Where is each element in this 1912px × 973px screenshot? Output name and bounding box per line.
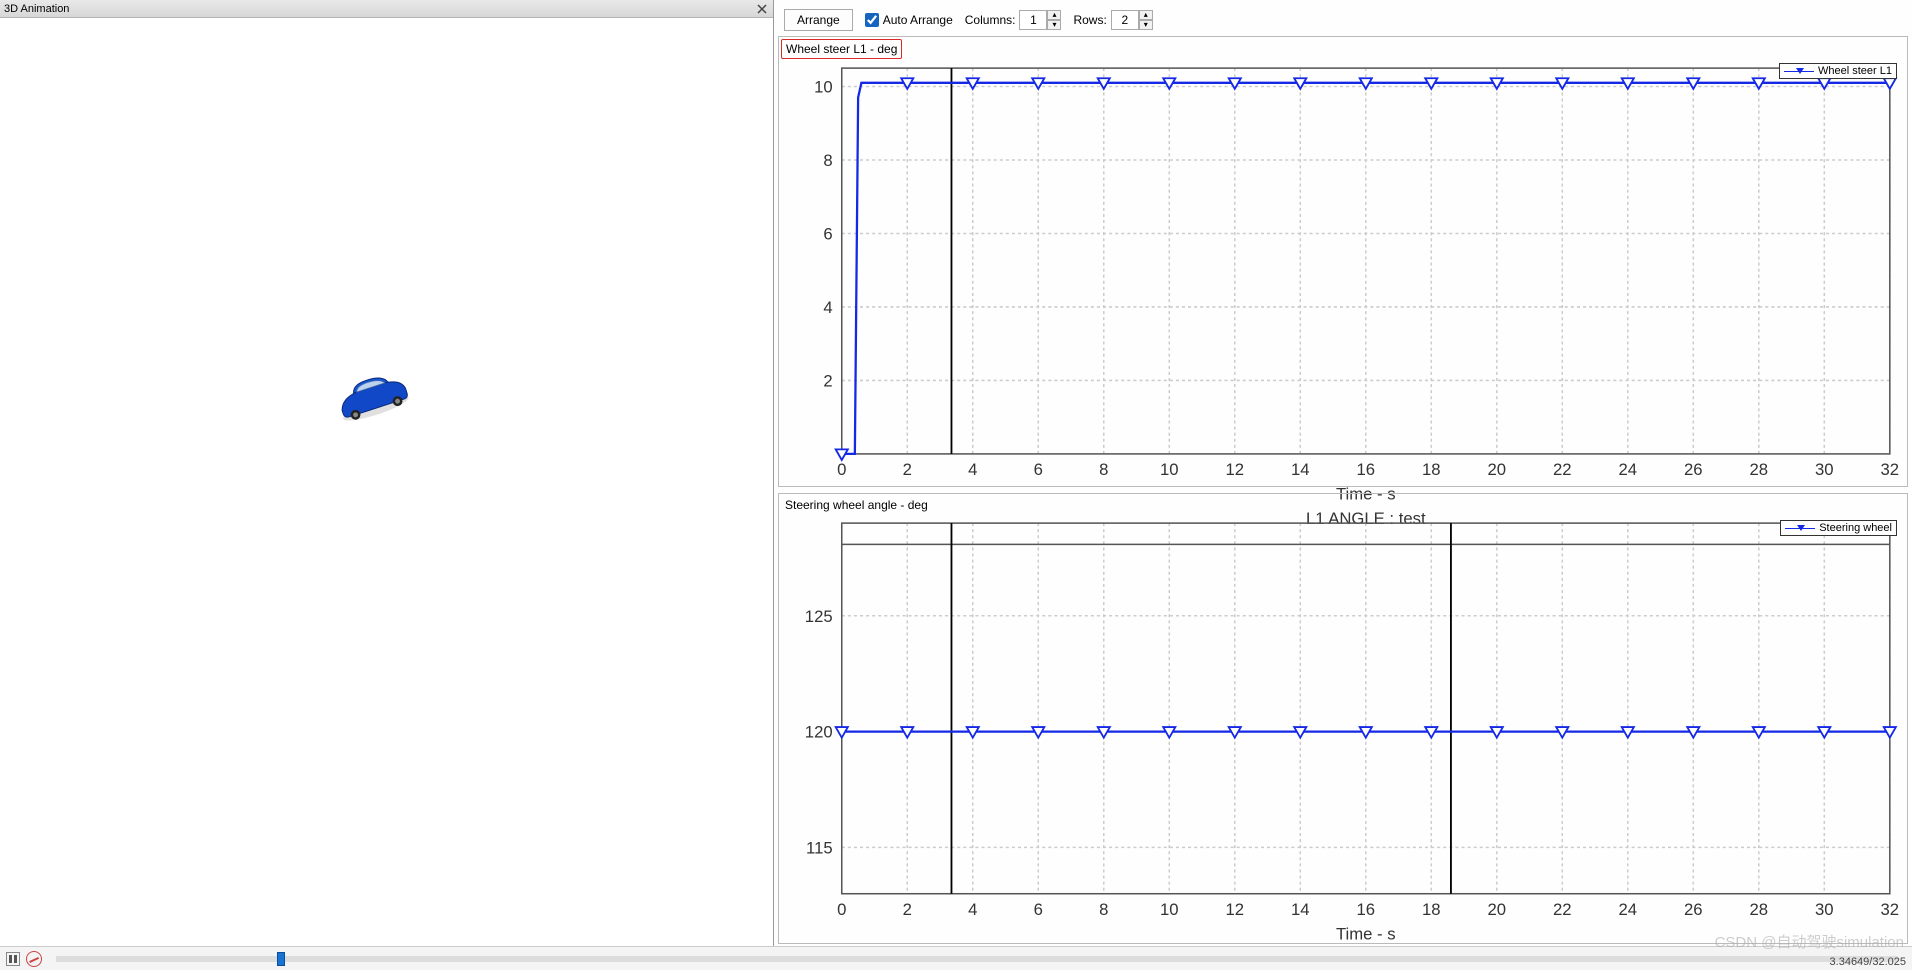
svg-text:125: 125: [805, 607, 833, 626]
svg-text:14: 14: [1291, 900, 1310, 919]
arrange-button[interactable]: Arrange: [784, 9, 853, 31]
rows-up-button[interactable]: ▴: [1139, 10, 1153, 20]
timeline-slider[interactable]: [56, 956, 1898, 962]
plot-1[interactable]: Steering wheel angle - deg Steering wheel…: [778, 493, 1908, 944]
svg-text:6: 6: [823, 225, 832, 244]
svg-text:28: 28: [1750, 460, 1769, 479]
svg-text:14: 14: [1291, 460, 1310, 479]
svg-text:30: 30: [1815, 460, 1834, 479]
svg-text:115: 115: [806, 838, 833, 857]
svg-text:12: 12: [1225, 900, 1244, 919]
columns-input[interactable]: [1019, 10, 1047, 30]
plot-title: Steering wheel angle - deg: [781, 496, 932, 514]
svg-text:120: 120: [805, 723, 833, 742]
svg-text:16: 16: [1357, 900, 1376, 919]
plot-title: Wheel steer L1 - deg: [781, 39, 902, 59]
svg-text:22: 22: [1553, 460, 1572, 479]
time-readout: 3.34649/32.025: [1830, 956, 1906, 968]
viewport-3d[interactable]: [0, 18, 773, 946]
svg-text:32: 32: [1881, 460, 1900, 479]
plotter-toolbar: Arrange Auto Arrange Columns: ▴ ▾ Rows:: [778, 4, 1908, 36]
animation-title: 3D Animation: [4, 3, 69, 15]
svg-text:20: 20: [1488, 460, 1507, 479]
svg-text:4: 4: [823, 298, 832, 317]
svg-text:18: 18: [1422, 900, 1441, 919]
svg-text:26: 26: [1684, 460, 1703, 479]
plot-canvas[interactable]: 02468101214161820222426283032115120125Ti…: [781, 514, 1905, 970]
svg-text:10: 10: [1160, 900, 1179, 919]
car-icon: [330, 376, 415, 421]
svg-text:20: 20: [1488, 900, 1507, 919]
svg-text:26: 26: [1684, 900, 1703, 919]
animation-titlebar: 3D Animation: [0, 0, 773, 18]
plot-0[interactable]: Wheel steer L1 - degWheel steer L1024681…: [778, 36, 1908, 487]
svg-text:2: 2: [903, 460, 912, 479]
svg-text:4: 4: [968, 900, 977, 919]
no-loop-icon[interactable]: [26, 951, 42, 967]
svg-text:2: 2: [903, 900, 912, 919]
playback-strip: [0, 946, 1912, 970]
svg-text:28: 28: [1750, 900, 1769, 919]
pause-icon[interactable]: [6, 952, 20, 966]
plotter-pane: Arrange Auto Arrange Columns: ▴ ▾ Rows:: [774, 0, 1912, 946]
svg-text:12: 12: [1225, 460, 1244, 479]
columns-down-button[interactable]: ▾: [1047, 20, 1061, 30]
columns-up-button[interactable]: ▴: [1047, 10, 1061, 20]
svg-text:8: 8: [823, 151, 832, 170]
rows-label: Rows:: [1073, 13, 1106, 27]
svg-text:6: 6: [1034, 900, 1043, 919]
rows-input[interactable]: [1111, 10, 1139, 30]
svg-text:10: 10: [814, 78, 833, 97]
svg-text:10: 10: [1160, 460, 1179, 479]
close-icon[interactable]: [755, 2, 769, 16]
animation-pane: 3D Animation: [0, 0, 774, 946]
svg-text:4: 4: [968, 460, 977, 479]
svg-text:24: 24: [1619, 460, 1638, 479]
svg-text:16: 16: [1357, 460, 1376, 479]
svg-text:8: 8: [1099, 900, 1108, 919]
timeline-knob[interactable]: [277, 952, 285, 966]
svg-text:6: 6: [1034, 460, 1043, 479]
svg-text:22: 22: [1553, 900, 1572, 919]
svg-text:0: 0: [837, 900, 846, 919]
columns-label: Columns:: [965, 13, 1016, 27]
auto-arrange-checkbox[interactable]: Auto Arrange: [865, 13, 953, 27]
svg-text:18: 18: [1422, 460, 1441, 479]
svg-text:24: 24: [1619, 900, 1638, 919]
plot-canvas[interactable]: 02468101214161820222426283032246810Time …: [781, 59, 1905, 530]
legend: Steering wheel: [1780, 520, 1897, 536]
svg-text:30: 30: [1815, 900, 1834, 919]
svg-text:8: 8: [1099, 460, 1108, 479]
rows-down-button[interactable]: ▾: [1139, 20, 1153, 30]
svg-text:0: 0: [837, 460, 846, 479]
svg-text:Time - s: Time - s: [1336, 924, 1396, 943]
svg-text:32: 32: [1881, 900, 1900, 919]
auto-arrange-label: Auto Arrange: [883, 13, 953, 27]
svg-text:2: 2: [823, 372, 832, 391]
legend: Wheel steer L1: [1779, 63, 1897, 79]
